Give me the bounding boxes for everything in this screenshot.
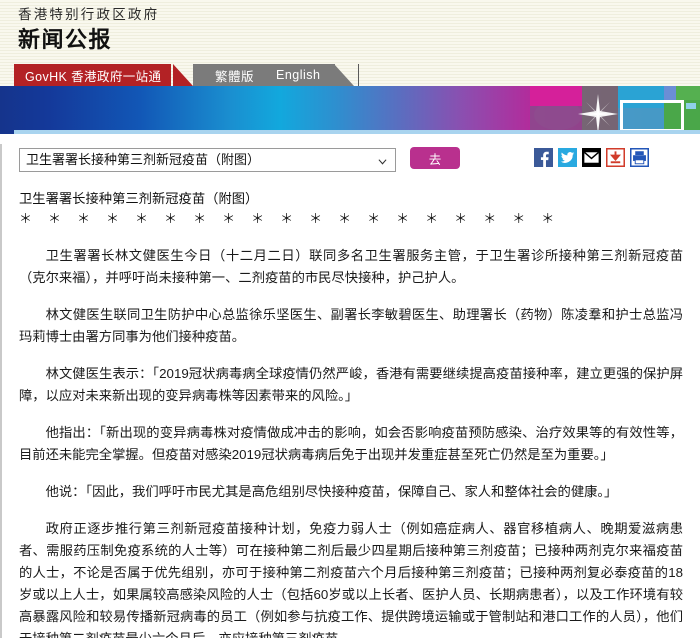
article-paragraph: 他指出：「新出现的变异病毒株对疫情做成冲击的影响，如会否影响疫苗预防感染、治疗效…	[19, 425, 683, 462]
chevron-down-icon	[378, 159, 387, 165]
archive-select[interactable]: 卫生署署长接种第三剂新冠疫苗（附图）	[19, 148, 396, 172]
banner-graphic	[0, 86, 700, 134]
tab-traditional-chinese[interactable]: 繁體版	[215, 66, 254, 85]
email-icon[interactable]	[582, 148, 601, 167]
twitter-icon[interactable]	[558, 148, 577, 167]
banner-underline	[14, 130, 700, 134]
tab-language-slant-decoration	[334, 64, 354, 86]
banner-block-magenta	[530, 86, 582, 106]
tab-english[interactable]: English	[276, 68, 321, 82]
tab-strip: GovHK 香港政府一站通 繁體版 English	[0, 64, 700, 86]
tab-govhk[interactable]: GovHK 香港政府一站通	[14, 64, 172, 86]
tab-language-group: 繁體版 English	[193, 64, 335, 86]
banner-block-gray	[582, 86, 618, 134]
toolbar-row: 卫生署署长接种第三剂新冠疫苗（附图） 去	[2, 144, 700, 184]
article-paragraph: 林文健医生联同卫生防护中心总监徐乐坚医生、副署长李敏碧医生、助理署长（药物）陈凌…	[19, 307, 683, 344]
article-paragraph: 卫生署署长林文健医生今日（十二月二日）联同多名卫生署服务主管，于卫生署诊所接种第…	[19, 248, 683, 285]
page-title: 新闻公报	[18, 27, 113, 52]
banner-white-frame	[620, 100, 684, 132]
banner-block-light-accent	[686, 103, 696, 109]
tab-divider	[358, 64, 359, 86]
page-body: 卫生署署长接种第三剂新冠疫苗（附图） 去 卫生署署长接种第三剂新冠疫苗（附图） …	[0, 144, 700, 638]
go-button[interactable]: 去	[410, 147, 460, 169]
tab-govhk-label: GovHK 香港政府一站通	[25, 69, 162, 84]
banner-block-green-top	[676, 86, 700, 100]
archive-select-value: 卫生署署长接种第三剂新冠疫苗（附图）	[26, 152, 261, 167]
facebook-icon[interactable]	[534, 148, 553, 167]
article-content: 卫生署署长接种第三剂新冠疫苗（附图） ＊ ＊ ＊ ＊ ＊ ＊ ＊ ＊ ＊ ＊ ＊…	[2, 184, 700, 638]
tab-govhk-slant-decoration	[173, 64, 193, 86]
article-paragraph: 他说：「因此，我们呼吁市民尤其是高危组别尽快接种疫苗，保障自己、家人和整体社会的…	[45, 484, 618, 499]
article-title: 卫生署署长接种第三剂新冠疫苗（附图）	[19, 191, 259, 206]
banner-block-blue	[664, 86, 676, 100]
download-icon[interactable]	[606, 148, 625, 167]
brand-block: 香港特别行政区政府 新闻公报	[18, 5, 159, 55]
social-share-bar	[534, 148, 649, 167]
site-header: 香港特别行政区政府 新闻公报 GovHK 香港政府一站通 繁體版 English	[0, 0, 700, 86]
print-icon[interactable]	[630, 148, 649, 167]
article-paragraph: 政府正逐步推行第三剂新冠疫苗接种计划，免疫力弱人士（例如癌症病人、器官移植病人、…	[19, 521, 683, 638]
article-separator: ＊ ＊ ＊ ＊ ＊ ＊ ＊ ＊ ＊ ＊ ＊ ＊ ＊ ＊ ＊ ＊ ＊ ＊ ＊	[19, 211, 561, 226]
government-name: 香港特别行政区政府	[18, 7, 160, 22]
article-paragraph: 林文健医生表示：「2019冠状病毒病全球疫情仍然严峻，香港有需要继续提高疫苗接种…	[19, 366, 683, 403]
